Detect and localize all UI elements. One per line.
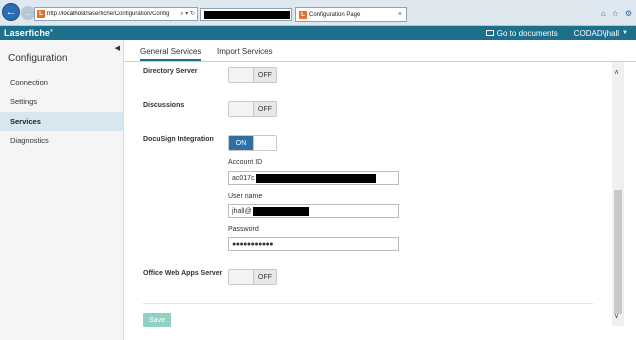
toggle-knob (229, 102, 253, 116)
account-id-input[interactable]: ac017c (228, 171, 399, 185)
tab-general-services[interactable]: General Services (140, 47, 202, 61)
account-id-value: ac017c (232, 174, 255, 182)
toggle-knob (229, 68, 253, 82)
save-button[interactable]: Save (143, 313, 171, 327)
divider (143, 303, 593, 304)
directory-server-label: Directory Server (143, 68, 198, 75)
settings-gear-icon[interactable]: ⚙ (625, 9, 632, 18)
redaction-bar (255, 173, 376, 183)
docusign-toggle[interactable]: ON (228, 135, 277, 151)
docusign-label: DocuSign Integration (143, 136, 214, 143)
laserfiche-logo: Laserfiche® (4, 28, 54, 38)
sidebar-item-services[interactable]: Services (0, 112, 123, 131)
address-url: http://localhost/laserfiche/Configuratio… (47, 11, 170, 17)
toggle-state: ON (229, 136, 253, 150)
go-to-documents-link[interactable]: Go to documents (485, 28, 558, 38)
toggle-state: OFF (253, 102, 276, 116)
toggle-state: OFF (253, 270, 276, 284)
scroll-down-icon[interactable]: ∨ (614, 312, 619, 320)
tab-close-icon[interactable]: × (398, 11, 402, 18)
password-value: ●●●●●●●●●●● (232, 240, 274, 248)
forward-button[interactable]: → (21, 6, 35, 20)
scroll-up-icon[interactable]: ∧ (614, 68, 619, 76)
toggle-state: OFF (253, 68, 276, 82)
app-header: Laserfiche® Go to documents CODAD\jhall … (0, 26, 636, 40)
browser-tab-active[interactable]: L Configuration Page × (295, 7, 407, 22)
browser-toolbar: ← → L http://localhost/laserfiche/Config… (0, 0, 636, 26)
folder-icon (485, 30, 494, 36)
discussions-label: Discussions (143, 102, 185, 109)
scroll-thumb[interactable] (614, 190, 622, 314)
tab-favicon-icon: L (299, 10, 307, 19)
sidebar-item-connection[interactable]: Connection (0, 73, 123, 92)
services-panel: Directory Server OFF Discussions OFF Doc… (124, 62, 612, 340)
user-name-label: User name (228, 193, 263, 200)
toggle-knob (253, 136, 276, 150)
go-to-documents-label: Go to documents (496, 28, 558, 38)
browser-tab-redacted[interactable] (200, 8, 292, 21)
content-scrollbar[interactable]: ∧ ∨ (612, 62, 624, 326)
sidebar-item-diagnostics[interactable]: Diagnostics (0, 131, 123, 150)
chevron-down-icon: ▼ (622, 30, 628, 36)
back-arrow-icon: ← (5, 6, 17, 18)
directory-server-toggle[interactable]: OFF (228, 67, 277, 83)
user-name: CODAD\jhall (573, 28, 620, 38)
collapse-sidebar-icon[interactable]: ◀ (115, 44, 120, 52)
discussions-toggle[interactable]: OFF (228, 101, 277, 117)
address-controls-icon[interactable]: ⌕ ▾ ↻ (180, 10, 197, 18)
user-name-input[interactable]: jhall@ (228, 204, 399, 218)
forward-arrow-icon: → (24, 8, 32, 18)
toggle-knob (229, 270, 253, 284)
sidebar: ◀ Configuration Connection Settings Serv… (0, 40, 124, 340)
site-favicon-icon: L (37, 10, 45, 18)
user-menu[interactable]: CODAD\jhall ▼ (574, 29, 628, 38)
home-icon[interactable]: ⌂ (601, 9, 606, 18)
back-button[interactable]: ← (2, 3, 20, 21)
office-web-apps-label: Office Web Apps Server (143, 270, 223, 277)
address-bar[interactable]: L http://localhost/laserfiche/Configurat… (34, 7, 198, 21)
redaction-bar (204, 11, 290, 19)
tab-import-services[interactable]: Import Services (217, 47, 273, 56)
redaction-bar (252, 206, 309, 216)
user-name-value: jhall@ (232, 207, 252, 215)
browser-tab-title: Configuration Page (309, 11, 361, 18)
password-label: Password (228, 226, 259, 233)
office-web-apps-toggle[interactable]: OFF (228, 269, 277, 285)
sidebar-title: Configuration (8, 53, 68, 64)
services-tabbar: General Services Import Services (124, 40, 636, 62)
password-input[interactable]: ●●●●●●●●●●● (228, 237, 399, 251)
sidebar-item-settings[interactable]: Settings (0, 92, 123, 111)
account-id-label: Account ID (228, 159, 263, 166)
browser-icons: ⌂ ☆ ⚙ (601, 9, 632, 18)
favorites-star-icon[interactable]: ☆ (612, 9, 619, 18)
